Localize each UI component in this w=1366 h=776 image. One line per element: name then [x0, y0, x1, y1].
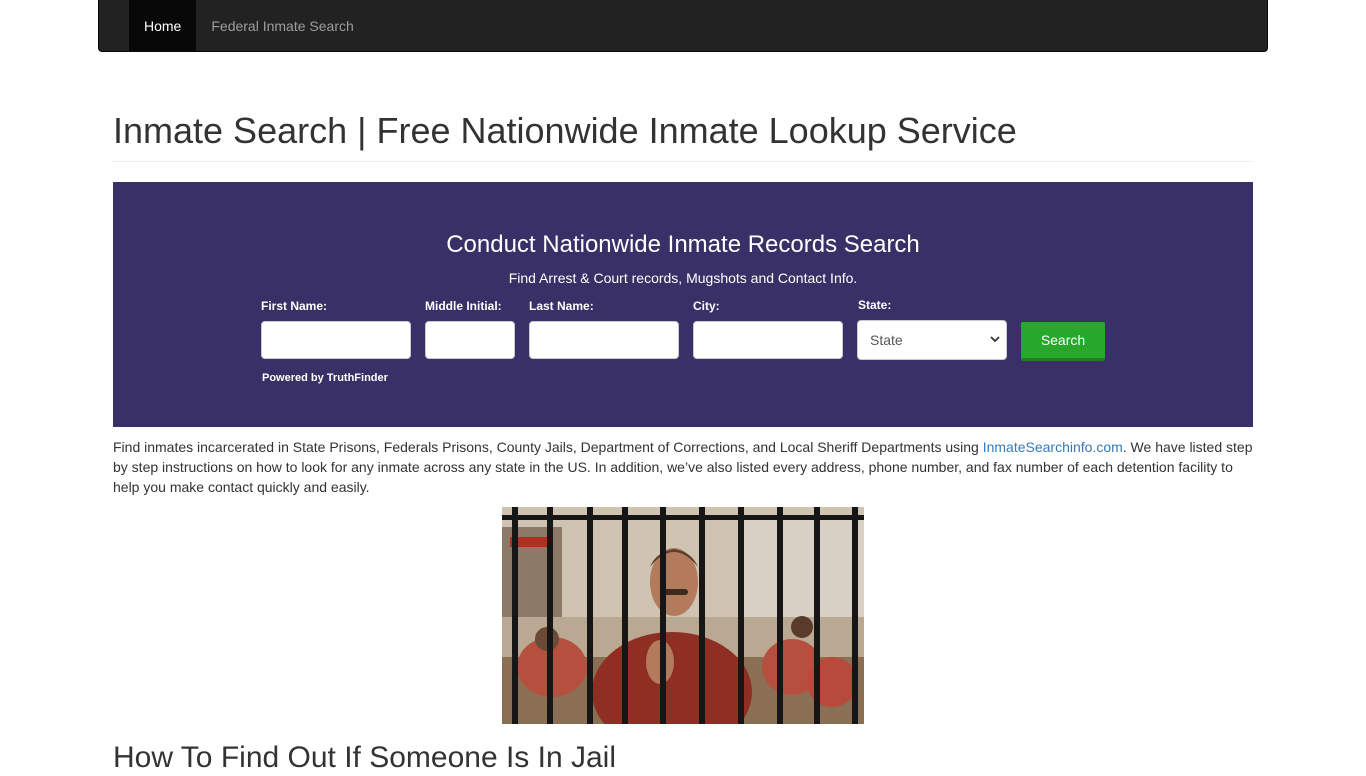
state-label: State: [858, 298, 892, 312]
intro-paragraph: Find inmates incarcerated in State Priso… [113, 437, 1257, 497]
search-button[interactable]: Search [1021, 322, 1105, 361]
section-heading: How To Find Out If Someone Is In Jail [113, 741, 617, 774]
last-name-input[interactable] [529, 321, 679, 359]
state-select[interactable]: State [857, 320, 1007, 360]
title-divider [113, 161, 1253, 162]
nav-home-link[interactable]: Home [129, 0, 197, 51]
powered-by-text: Powered by TruthFinder [262, 372, 388, 384]
chevron-down-icon [990, 336, 1000, 343]
state-select-value: State [870, 332, 903, 348]
top-navbar: Home Federal Inmate Search [98, 0, 1268, 52]
page-title: Inmate Search | Free Nationwide Inmate L… [113, 110, 1017, 151]
intro-text-before: Find inmates incarcerated in State Priso… [113, 439, 983, 455]
inmatesearchinfo-link[interactable]: InmateSearchinfo.com [983, 439, 1123, 455]
middle-initial-input[interactable] [425, 321, 515, 359]
search-panel-heading: Conduct Nationwide Inmate Records Search [446, 231, 920, 258]
first-name-label: First Name: [261, 299, 328, 313]
search-panel-subheading: Find Arrest & Court records, Mugshots an… [508, 270, 858, 286]
search-panel: Conduct Nationwide Inmate Records Search… [113, 182, 1253, 427]
last-name-label: Last Name: [529, 299, 594, 313]
jail-scene-illustration [502, 507, 864, 724]
nav-federal-inmate-search-link[interactable]: Federal Inmate Search [196, 0, 368, 51]
city-label: City: [693, 299, 720, 313]
middle-initial-label: Middle Initial: [425, 299, 502, 313]
inmate-behind-bars-image [502, 507, 864, 724]
first-name-input[interactable] [261, 321, 411, 359]
city-input[interactable] [693, 321, 843, 359]
